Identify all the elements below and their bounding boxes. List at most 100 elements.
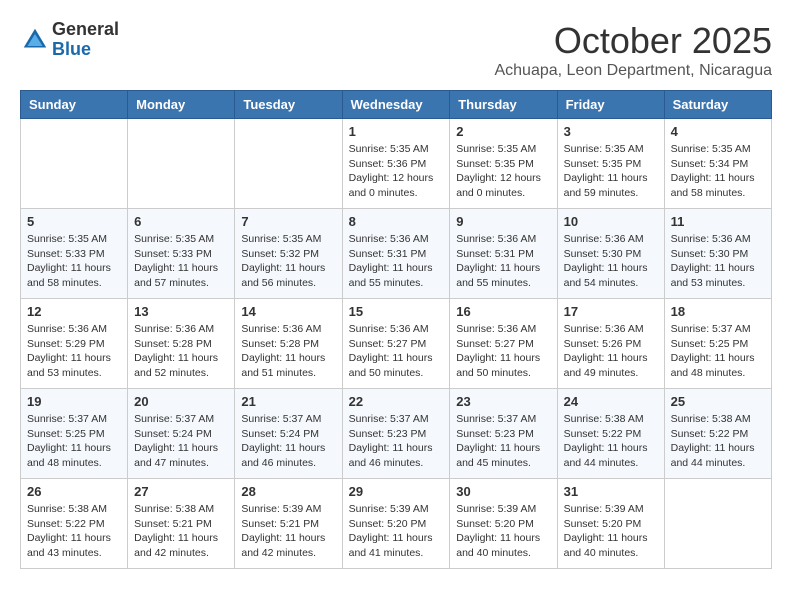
- day-info: Sunrise: 5:39 AM Sunset: 5:20 PM Dayligh…: [564, 502, 658, 561]
- calendar-cell: 17Sunrise: 5:36 AM Sunset: 5:26 PM Dayli…: [557, 299, 664, 389]
- day-number: 31: [564, 484, 658, 499]
- calendar-cell: 16Sunrise: 5:36 AM Sunset: 5:27 PM Dayli…: [450, 299, 557, 389]
- weekday-header: Wednesday: [342, 91, 450, 119]
- day-number: 13: [134, 304, 228, 319]
- day-number: 10: [564, 214, 658, 229]
- weekday-header: Tuesday: [235, 91, 342, 119]
- day-info: Sunrise: 5:36 AM Sunset: 5:31 PM Dayligh…: [349, 232, 444, 291]
- day-number: 12: [27, 304, 121, 319]
- day-info: Sunrise: 5:35 AM Sunset: 5:36 PM Dayligh…: [349, 142, 444, 201]
- calendar-cell: 26Sunrise: 5:38 AM Sunset: 5:22 PM Dayli…: [21, 479, 128, 569]
- calendar-cell: 11Sunrise: 5:36 AM Sunset: 5:30 PM Dayli…: [664, 209, 771, 299]
- day-info: Sunrise: 5:36 AM Sunset: 5:30 PM Dayligh…: [564, 232, 658, 291]
- calendar-cell: 29 Sunrise: 5:39 AM Sunset: 5:20 PM Dayli…: [342, 479, 450, 569]
- weekday-header: Thursday: [450, 91, 557, 119]
- calendar-cell: 18 Sunrise: 5:37 AM Sunset: 5:25 PM Dayli…: [664, 299, 771, 389]
- calendar-body: 1 Sunrise: 5:35 AM Sunset: 5:36 PM Daylig…: [21, 119, 772, 569]
- day-info: Sunrise: 5:36 AM Sunset: 5:28 PM Dayligh…: [134, 322, 228, 381]
- weekday-header: Friday: [557, 91, 664, 119]
- calendar-cell: 31 Sunrise: 5:39 AM Sunset: 5:20 PM Dayli…: [557, 479, 664, 569]
- logo-icon: [20, 25, 50, 55]
- day-info: Sunrise: 5:37 AM Sunset: 5:24 PM Dayligh…: [134, 412, 228, 471]
- calendar-cell: 24Sunrise: 5:38 AM Sunset: 5:22 PM Dayli…: [557, 389, 664, 479]
- day-number: 14: [241, 304, 335, 319]
- calendar-cell: 8 Sunrise: 5:36 AM Sunset: 5:31 PM Daylig…: [342, 209, 450, 299]
- calendar-cell: 30 Sunrise: 5:39 AM Sunset: 5:20 PM Dayli…: [450, 479, 557, 569]
- location: Achuapa, Leon Department, Nicaragua: [494, 62, 772, 80]
- day-info: Sunrise: 5:35 AM Sunset: 5:35 PM Dayligh…: [564, 142, 658, 201]
- page-header: General Blue October 2025 Achuapa, Leon …: [20, 20, 772, 80]
- calendar-week-row: 19 Sunrise: 5:37 AM Sunset: 5:25 PM Dayli…: [21, 389, 772, 479]
- calendar-cell: 4 Sunrise: 5:35 AM Sunset: 5:34 PM Daylig…: [664, 119, 771, 209]
- day-info: Sunrise: 5:36 AM Sunset: 5:28 PM Dayligh…: [241, 322, 335, 381]
- day-number: 25: [671, 394, 765, 409]
- day-number: 23: [456, 394, 550, 409]
- day-info: Sunrise: 5:38 AM Sunset: 5:22 PM Dayligh…: [27, 502, 121, 561]
- logo-general: General: [52, 20, 119, 40]
- day-info: Sunrise: 5:35 AM Sunset: 5:35 PM Dayligh…: [456, 142, 550, 201]
- day-number: 29: [349, 484, 444, 499]
- calendar-week-row: 5 Sunrise: 5:35 AM Sunset: 5:33 PM Daylig…: [21, 209, 772, 299]
- calendar-cell: [664, 479, 771, 569]
- day-number: 19: [27, 394, 121, 409]
- calendar-cell: 22 Sunrise: 5:37 AM Sunset: 5:23 PM Dayli…: [342, 389, 450, 479]
- day-info: Sunrise: 5:35 AM Sunset: 5:33 PM Dayligh…: [27, 232, 121, 291]
- calendar-cell: 19 Sunrise: 5:37 AM Sunset: 5:25 PM Dayli…: [21, 389, 128, 479]
- calendar-cell: 3 Sunrise: 5:35 AM Sunset: 5:35 PM Daylig…: [557, 119, 664, 209]
- weekday-header: Monday: [128, 91, 235, 119]
- day-info: Sunrise: 5:35 AM Sunset: 5:34 PM Dayligh…: [671, 142, 765, 201]
- day-number: 4: [671, 124, 765, 139]
- day-info: Sunrise: 5:39 AM Sunset: 5:21 PM Dayligh…: [241, 502, 335, 561]
- calendar-week-row: 12 Sunrise: 5:36 AM Sunset: 5:29 PM Dayli…: [21, 299, 772, 389]
- calendar-cell: [21, 119, 128, 209]
- calendar-week-row: 26Sunrise: 5:38 AM Sunset: 5:22 PM Dayli…: [21, 479, 772, 569]
- day-info: Sunrise: 5:38 AM Sunset: 5:21 PM Dayligh…: [134, 502, 228, 561]
- calendar-cell: 13 Sunrise: 5:36 AM Sunset: 5:28 PM Dayli…: [128, 299, 235, 389]
- calendar-header: SundayMondayTuesdayWednesdayThursdayFrid…: [21, 91, 772, 119]
- day-number: 18: [671, 304, 765, 319]
- day-number: 9: [456, 214, 550, 229]
- calendar-cell: 5 Sunrise: 5:35 AM Sunset: 5:33 PM Daylig…: [21, 209, 128, 299]
- calendar-week-row: 1 Sunrise: 5:35 AM Sunset: 5:36 PM Daylig…: [21, 119, 772, 209]
- day-number: 1: [349, 124, 444, 139]
- calendar-cell: 23Sunrise: 5:37 AM Sunset: 5:23 PM Dayli…: [450, 389, 557, 479]
- day-info: Sunrise: 5:36 AM Sunset: 5:27 PM Dayligh…: [349, 322, 444, 381]
- day-info: Sunrise: 5:36 AM Sunset: 5:29 PM Dayligh…: [27, 322, 121, 381]
- weekday-row: SundayMondayTuesdayWednesdayThursdayFrid…: [21, 91, 772, 119]
- calendar-cell: 28Sunrise: 5:39 AM Sunset: 5:21 PM Dayli…: [235, 479, 342, 569]
- month-title: October 2025: [494, 20, 772, 62]
- day-number: 5: [27, 214, 121, 229]
- calendar-cell: [128, 119, 235, 209]
- weekday-header: Saturday: [664, 91, 771, 119]
- day-info: Sunrise: 5:36 AM Sunset: 5:30 PM Dayligh…: [671, 232, 765, 291]
- calendar-cell: 27Sunrise: 5:38 AM Sunset: 5:21 PM Dayli…: [128, 479, 235, 569]
- day-number: 22: [349, 394, 444, 409]
- calendar-cell: 2Sunrise: 5:35 AM Sunset: 5:35 PM Daylig…: [450, 119, 557, 209]
- day-info: Sunrise: 5:37 AM Sunset: 5:25 PM Dayligh…: [671, 322, 765, 381]
- day-number: 16: [456, 304, 550, 319]
- day-number: 3: [564, 124, 658, 139]
- calendar-cell: 20 Sunrise: 5:37 AM Sunset: 5:24 PM Dayli…: [128, 389, 235, 479]
- calendar-cell: 9 Sunrise: 5:36 AM Sunset: 5:31 PM Daylig…: [450, 209, 557, 299]
- day-info: Sunrise: 5:39 AM Sunset: 5:20 PM Dayligh…: [456, 502, 550, 561]
- day-number: 17: [564, 304, 658, 319]
- day-info: Sunrise: 5:35 AM Sunset: 5:33 PM Dayligh…: [134, 232, 228, 291]
- logo-blue: Blue: [52, 40, 119, 60]
- day-info: Sunrise: 5:36 AM Sunset: 5:31 PM Dayligh…: [456, 232, 550, 291]
- day-info: Sunrise: 5:37 AM Sunset: 5:24 PM Dayligh…: [241, 412, 335, 471]
- day-number: 21: [241, 394, 335, 409]
- day-number: 8: [349, 214, 444, 229]
- calendar-cell: 1 Sunrise: 5:35 AM Sunset: 5:36 PM Daylig…: [342, 119, 450, 209]
- calendar-cell: 7Sunrise: 5:35 AM Sunset: 5:32 PM Daylig…: [235, 209, 342, 299]
- calendar-cell: 12 Sunrise: 5:36 AM Sunset: 5:29 PM Dayli…: [21, 299, 128, 389]
- calendar-cell: 14 Sunrise: 5:36 AM Sunset: 5:28 PM Dayli…: [235, 299, 342, 389]
- day-info: Sunrise: 5:35 AM Sunset: 5:32 PM Dayligh…: [241, 232, 335, 291]
- day-info: Sunrise: 5:37 AM Sunset: 5:25 PM Dayligh…: [27, 412, 121, 471]
- day-number: 20: [134, 394, 228, 409]
- day-number: 15: [349, 304, 444, 319]
- day-info: Sunrise: 5:39 AM Sunset: 5:20 PM Dayligh…: [349, 502, 444, 561]
- logo-text: General Blue: [52, 20, 119, 60]
- day-number: 30: [456, 484, 550, 499]
- calendar-cell: 21 Sunrise: 5:37 AM Sunset: 5:24 PM Dayli…: [235, 389, 342, 479]
- day-info: Sunrise: 5:37 AM Sunset: 5:23 PM Dayligh…: [349, 412, 444, 471]
